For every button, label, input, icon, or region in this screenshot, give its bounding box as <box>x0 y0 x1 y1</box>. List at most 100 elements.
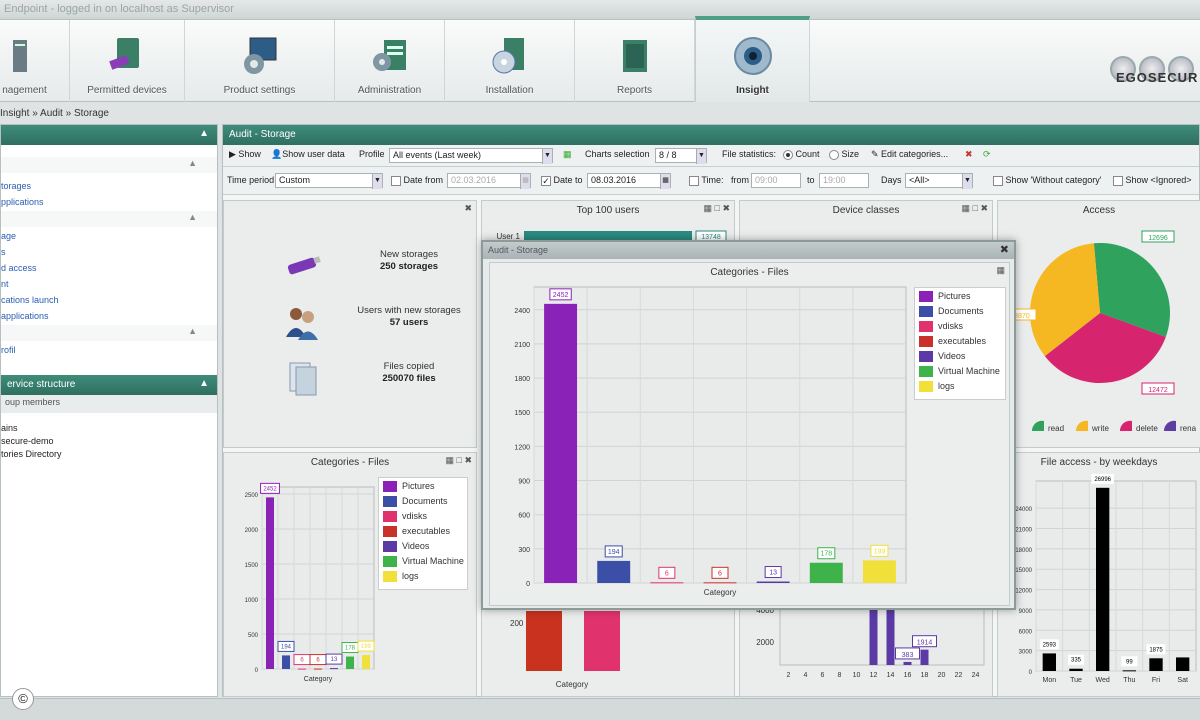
sidebar-link[interactable]: nt <box>1 277 217 293</box>
without-category-checkbox[interactable]: Show 'Without category' <box>993 175 1102 186</box>
ribbon-insight[interactable]: Insight <box>695 16 810 102</box>
summary-card: ✖ New storages 250 storages Users with n… <box>223 200 477 448</box>
time-to-input[interactable]: 19:00 <box>819 173 869 188</box>
sidebar-group[interactable]: ▲ <box>1 157 217 173</box>
ribbon-reports[interactable]: Reports <box>575 20 695 102</box>
show-user-data-button[interactable]: 👤Show user data <box>271 149 345 160</box>
legend-swatch <box>919 306 933 318</box>
tree-item[interactable]: tories Directory <box>1 449 217 462</box>
bar-documents <box>597 560 631 583</box>
close-icon[interactable]: ✖ <box>464 203 472 214</box>
chevron-down-icon: ▼ <box>542 149 552 164</box>
show-button[interactable]: ▶ Show <box>229 149 261 160</box>
legend-swatch <box>383 496 397 508</box>
sidebar-link-storage[interactable]: age <box>1 229 217 245</box>
bar-virtual-machine <box>346 656 354 669</box>
ignored-checkbox[interactable]: Show <Ignored> <box>1113 175 1192 186</box>
sidebar-link-profil[interactable]: rofil <box>1 343 217 359</box>
charts-selection-button[interactable]: Charts selection <box>585 149 650 159</box>
close-icon[interactable]: ✖ <box>980 203 988 213</box>
chart-icon[interactable]: ▦ <box>703 203 712 213</box>
sidebar-header: ▲ <box>1 125 217 145</box>
bar-tue <box>1069 668 1083 671</box>
charts-icon: ▦ <box>563 149 572 159</box>
maximize-icon[interactable]: □ <box>715 203 720 213</box>
ribbon-administration[interactable]: Administration <box>335 20 445 102</box>
collapse-icon[interactable]: ▲ <box>188 326 197 336</box>
legend-item-executables: executables <box>383 526 463 541</box>
weekdays-title: File access - by weekdays <box>1040 457 1158 468</box>
time-period-select[interactable]: Custom ▼ <box>275 173 383 189</box>
bar-videos <box>756 581 790 583</box>
ribbon-management[interactable]: nagement <box>0 20 70 102</box>
bar-vdisks <box>650 582 684 584</box>
sidebar-link-access[interactable]: d access <box>1 261 217 277</box>
xtick-label: 16 <box>904 672 912 679</box>
collapse-icon[interactable]: ▲ <box>188 158 197 168</box>
popup-chart-title: Categories - Files <box>710 267 789 278</box>
ytick-label: 300 <box>518 547 530 554</box>
plot-area <box>779 606 985 666</box>
ribbon-permitted-devices[interactable]: Permitted devices <box>70 20 185 102</box>
sidebar-link-applications[interactable]: pplications <box>1 195 217 211</box>
date-to-checkbox[interactable]: ✓ Date to <box>541 175 583 186</box>
legend-label: executables <box>938 336 987 346</box>
popup-chart-menu-icon[interactable]: ▦ <box>996 265 1005 276</box>
xtick-label: Fri <box>1152 677 1161 684</box>
ytick-label: 200 <box>510 619 524 628</box>
time-checkbox[interactable]: Time: <box>689 175 724 186</box>
chart-icon[interactable]: ▦ <box>961 203 970 213</box>
days-select[interactable]: <All> ▼ <box>905 173 973 189</box>
time-from-input[interactable]: 09:00 <box>751 173 801 188</box>
legend-item-virtual-machine: Virtual Machine <box>919 366 1001 381</box>
legend-item-vdisks: vdisks <box>919 321 1001 336</box>
close-icon[interactable]: ✖ <box>464 455 472 465</box>
date-from-checkbox[interactable]: Date from <box>391 175 443 186</box>
reports-icon <box>615 36 655 76</box>
delete-filter-icon[interactable]: ✖ <box>965 149 973 160</box>
close-icon[interactable]: ✖ <box>1000 243 1009 256</box>
count-radio[interactable]: Count <box>783 149 820 160</box>
collapse-icon[interactable]: ▲ <box>188 212 197 222</box>
ribbon-installation[interactable]: Installation <box>445 20 575 102</box>
bar-vdisks <box>584 611 620 671</box>
xtick-label: 20 <box>938 672 946 679</box>
ytick-label: 600 <box>518 513 530 520</box>
legend-label: Documents <box>402 496 448 506</box>
tree-item[interactable]: secure-demo <box>1 436 217 449</box>
maximize-icon[interactable]: □ <box>457 455 462 465</box>
sidebar-link-storages[interactable]: torages <box>1 179 217 195</box>
data-label: 178 <box>345 646 356 652</box>
refresh-icon[interactable]: ⟳ <box>983 149 991 160</box>
categories-small-legend: Pictures Documents vdisks executables Videos… <box>378 477 468 590</box>
sidebar-link-app-launch[interactable]: cations launch <box>1 293 217 309</box>
pin-icon[interactable]: ▲ <box>199 128 209 139</box>
maximize-icon[interactable]: □ <box>973 203 978 213</box>
data-label: 1914 <box>917 640 933 647</box>
legend-item-executables: executables <box>919 336 1001 351</box>
date-to-input[interactable]: 08.03.2016 ▦ <box>587 173 671 189</box>
tree-item[interactable]: ains <box>1 423 217 436</box>
close-icon[interactable]: ✖ <box>722 203 730 213</box>
pin-icon[interactable]: ▲ <box>199 378 209 389</box>
sidebar-group[interactable]: ▲ <box>1 325 217 341</box>
sidebar-link[interactable]: s <box>1 245 217 261</box>
profile-select[interactable]: All events (Last week) ▼ <box>389 148 553 164</box>
ytick-label: 0 <box>255 668 259 674</box>
size-radio[interactable]: Size <box>829 149 859 160</box>
card-tools: ▦ □ ✖ <box>961 203 988 214</box>
sidebar-link-applications[interactable]: applications <box>1 309 217 325</box>
date-from-input[interactable]: 02.03.2016 ▦ <box>447 173 531 189</box>
x-axis-label: Category <box>304 676 333 683</box>
installation-icon <box>490 36 530 76</box>
xtick-label: 24 <box>972 672 980 679</box>
sidebar-group[interactable]: ▲ <box>1 211 217 227</box>
legend-swatch <box>383 571 397 583</box>
edit-categories-button[interactable]: ✎ Edit categories... <box>871 149 948 160</box>
chart-icon[interactable]: ▦ <box>445 455 454 465</box>
ribbon-product-settings[interactable]: Product settings <box>185 20 335 102</box>
legend-swatch-rena <box>1163 420 1176 431</box>
charts-count-select[interactable]: 8 / 8 ▼ <box>655 148 707 164</box>
popup-chart-area: Categories - Files ▦ 0 300 600 900 1200 1500 1… <box>489 262 1010 606</box>
legend-item-videos: Videos <box>383 541 463 556</box>
